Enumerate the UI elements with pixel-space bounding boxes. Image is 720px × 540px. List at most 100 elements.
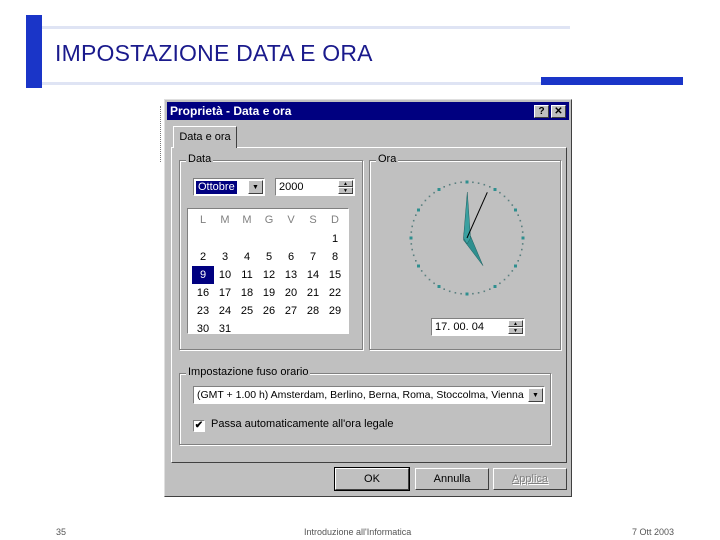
calendar-day[interactable]: 31 [214,320,236,338]
clock-minute-mark [410,231,413,233]
calendar-day[interactable]: 6 [280,248,302,266]
date-group-label: Data [186,153,214,165]
clock-hour-mark [493,285,497,288]
calendar-day[interactable]: 30 [192,320,214,338]
calendar-day[interactable]: 21 [302,284,324,302]
spin-down-icon[interactable]: ▼ [508,327,523,334]
month-value: Ottobre [196,181,237,194]
month-dropdown[interactable]: Ottobre ▼ [193,178,265,196]
calendar-day[interactable]: 23 [192,302,214,320]
calendar-blank [214,230,236,248]
dst-label: Passa automaticamente all'ora legale [211,418,394,430]
calendar-day[interactable]: 11 [236,266,258,284]
slide-page-number: 35 [56,527,67,537]
clock-minute-mark [477,182,480,184]
clock-hour-mark [417,208,420,212]
calendar-day[interactable]: 26 [258,302,280,320]
spin-up-icon[interactable]: ▲ [508,320,523,327]
dialog-title-bar[interactable]: Proprietà - Data e ora ? ✕ [167,102,569,120]
calendar-day[interactable]: 24 [214,302,236,320]
clock-hour-mark [465,180,469,184]
year-stepper[interactable]: 2000 ▲ ▼ [275,178,355,196]
time-group-label: Ora [376,153,399,165]
calendar-weekday-header: M [220,214,230,226]
clock-minute-mark [477,292,480,294]
clock-minute-mark [428,278,431,281]
calendar-day[interactable]: 3 [214,248,236,266]
calendar-day[interactable]: 12 [258,266,280,284]
calendar-day[interactable]: 17 [214,284,236,302]
time-stepper[interactable]: 17. 00. 04 ▲ ▼ [431,318,525,336]
calendar-day[interactable]: 15 [324,266,346,284]
spin-up-icon[interactable]: ▲ [338,180,353,187]
apply-button[interactable]: Applica [493,468,567,490]
clock-minute-mark [415,260,417,262]
slide-footer-title: Introduzione all'Informatica [304,527,412,537]
calendar-weekday-header: D [331,214,339,226]
dialog-title: Proprietà - Data e ora [170,104,292,118]
clock-minute-mark [519,254,522,257]
clock-minute-mark [460,292,462,295]
clock-minute-mark [454,292,457,294]
clock-minute-mark [517,260,519,262]
dst-checkbox[interactable]: ✔ [193,420,205,432]
calendar-weekday-header: S [309,214,317,226]
calendar-day[interactable]: 1 [324,230,346,248]
calendar-day[interactable]: 10 [214,266,236,284]
clock-minute-mark [424,274,427,277]
calendar-day[interactable]: 16 [192,284,214,302]
calendar-day[interactable]: 28 [302,302,324,320]
clock-minute-mark [489,288,491,290]
calendar-day[interactable]: 7 [302,248,324,266]
calendar-day[interactable]: 5 [258,248,280,266]
clock-minute-hand [463,191,471,245]
calendar-day[interactable]: 14 [302,266,324,284]
timezone-group-label: Impostazione fuso orario [186,366,311,378]
close-button[interactable]: ✕ [551,105,566,118]
calendar-day[interactable]: 13 [280,266,302,284]
calendar-day[interactable]: 4 [236,248,258,266]
calendar-day[interactable]: 29 [324,302,346,320]
calendar-day[interactable]: 20 [280,284,302,302]
calendar-day[interactable]: 18 [236,284,258,302]
chevron-down-icon[interactable]: ▼ [528,388,543,402]
clock-minute-mark [412,254,415,257]
spin-down-icon[interactable]: ▼ [338,187,353,194]
clock-minute-mark [507,199,510,202]
calendar: L M M G V S D 1 2 3 4 5 6 7 8 9 10 11 12 13 14 15 16 17 18 19 20 21… [187,208,349,335]
calendar-day[interactable]: 22 [324,284,346,302]
calendar-blank [280,230,302,248]
calendar-day[interactable]: 2 [192,248,214,266]
calendar-day-selected[interactable]: 9 [192,266,214,284]
clock-minute-mark [420,204,423,206]
timezone-dropdown[interactable]: (GMT + 1.00 h) Amsterdam, Berlino, Berna… [193,386,545,404]
time-value: 17. 00. 04 [435,321,484,333]
calendar-blank [258,230,280,248]
clock-hour-mark [465,292,469,296]
chevron-down-icon[interactable]: ▼ [248,180,263,194]
clock-minute-mark [411,225,413,228]
date-time-dialog: Proprietà - Data e ora ? ✕ Data e ora Da… [164,99,572,497]
cancel-button[interactable]: Annulla [415,468,489,490]
clock-hour-mark [514,208,517,212]
calendar-day[interactable]: 19 [258,284,280,302]
calendar-grid: L M M G V S D 1 2 3 4 5 6 7 8 9 10 11 12 13 14 15 16 17 18 19 20 21… [192,212,346,338]
ok-button[interactable]: OK [334,467,410,491]
calendar-day[interactable]: 25 [236,302,258,320]
clock-minute-mark [507,274,510,277]
clock-minute-mark [420,270,423,272]
clock-hour-mark [437,188,441,191]
clock-minute-mark [511,270,514,272]
clock-minute-mark [412,219,415,222]
clock-minute-mark [521,231,524,233]
tab-date-time[interactable]: Data e ora [173,126,237,148]
clock-minute-mark [489,186,491,188]
calendar-day[interactable]: 27 [280,302,302,320]
clock-hour-mark [409,236,413,240]
clock-minute-mark [499,282,501,285]
calendar-blank [302,230,324,248]
calendar-day[interactable]: 8 [324,248,346,266]
timezone-group: Impostazione fuso orario [179,366,551,445]
help-button[interactable]: ? [534,105,549,118]
clock-minute-mark [472,292,474,295]
